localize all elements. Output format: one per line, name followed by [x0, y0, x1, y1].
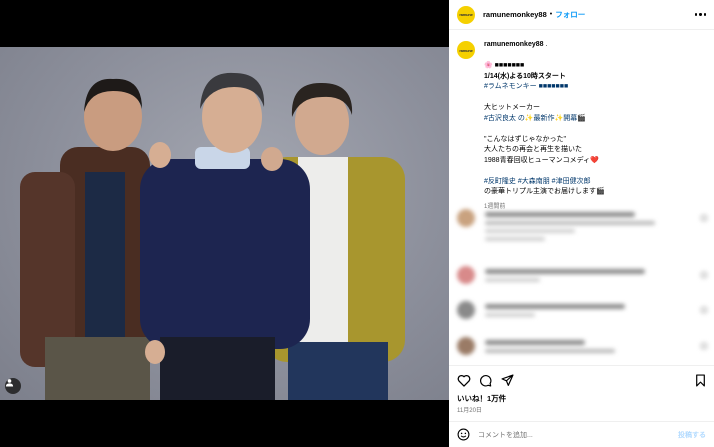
post-header: ramune ramunemonkey88 • フォロー	[449, 0, 714, 30]
caption-line	[484, 93, 706, 104]
caption-line	[484, 166, 706, 177]
commenter-avatar	[457, 209, 475, 227]
caption-hashtag[interactable]: #ラムネモンキー ■■■■■■■	[484, 82, 706, 93]
dark-pants	[160, 337, 275, 400]
caption-line: 大人たちの再会と再生を描いた	[484, 146, 582, 153]
bookmark-icon[interactable]	[695, 374, 706, 387]
comment-like-icon	[701, 272, 707, 278]
caption-line: 🌸 ■■■■■■■	[484, 62, 525, 69]
author-avatar[interactable]: ramune	[457, 5, 475, 24]
emoji-icon[interactable]	[457, 428, 470, 441]
comment-like-icon	[701, 215, 707, 221]
caption-hashtag[interactable]: #古沢良太 の✨最新作✨開幕🎬	[484, 114, 706, 125]
more-options-icon[interactable]	[694, 13, 706, 16]
caption-line: 1/14(水)よる10時スタート	[484, 72, 566, 80]
caption-avatar[interactable]: ramune	[457, 41, 475, 59]
commenter-avatar	[457, 301, 475, 319]
caption-line: の豪華トリプル主演でお届けします🎬	[484, 188, 605, 195]
heart-icon[interactable]	[457, 374, 471, 387]
caption-line: 1988青春回収ヒューマンコメディ❤️	[484, 156, 599, 164]
comment-item-blurred	[457, 337, 707, 355]
avatar-logo-text: ramune	[459, 47, 473, 53]
commenter-avatar	[457, 337, 475, 355]
photo-pane	[0, 0, 449, 447]
caption: ramune ramunemonkey88 . 🌸 ■■■■■■■ 1/14(水…	[449, 31, 714, 212]
share-icon[interactable]	[501, 374, 514, 387]
avatar-logo-text: ramune	[459, 12, 473, 17]
three-men-illustration	[20, 72, 405, 400]
khaki-pants	[45, 337, 150, 400]
comment-item-blurred	[457, 209, 707, 241]
post-date: 11月20日	[457, 408, 482, 414]
comment-item-blurred	[457, 301, 707, 319]
caption-username[interactable]: ramunemonkey88	[484, 41, 544, 48]
comments-section: ramune ramunemonkey88 . 🌸 ■■■■■■■ 1/14(水…	[449, 31, 714, 361]
center-man-right-hand	[261, 147, 283, 171]
likes-count[interactable]: いいね！1万件	[457, 393, 506, 404]
caption-line: 大ヒットメーカー	[484, 104, 540, 111]
navy-sweater	[140, 159, 310, 349]
comment-input[interactable]: コメントを追加...	[478, 430, 533, 440]
post-comment-button[interactable]: 投稿する	[678, 430, 706, 440]
caption-hashtag[interactable]: #反町隆史 #大森南朋 #津田健次郎	[484, 177, 706, 188]
separator-dot: •	[549, 11, 553, 18]
caption-line	[484, 124, 706, 135]
commenter-avatar	[457, 266, 475, 284]
comment-icon[interactable]	[479, 374, 492, 387]
center-man-left-hand	[149, 142, 171, 168]
caption-line: "こんなはずじゃなかった"	[484, 135, 566, 143]
post-sidebar: ramune ramunemonkey88 • フォロー ramune ramu…	[449, 0, 714, 447]
follow-button[interactable]: フォロー	[555, 9, 585, 20]
add-comment-bar: コメントを追加... 投稿する	[449, 421, 714, 447]
caption-username-suffix: .	[543, 41, 548, 48]
author-username[interactable]: ramunemonkey88	[483, 10, 547, 19]
post-photo[interactable]	[0, 47, 449, 400]
comment-item-blurred	[457, 266, 707, 284]
user-tag-icon[interactable]	[5, 378, 21, 394]
action-bar	[449, 365, 714, 393]
center-man-bottom-hand	[145, 340, 165, 364]
comment-like-icon	[701, 307, 707, 313]
blue-jeans	[288, 342, 388, 400]
comment-like-icon	[701, 343, 707, 349]
